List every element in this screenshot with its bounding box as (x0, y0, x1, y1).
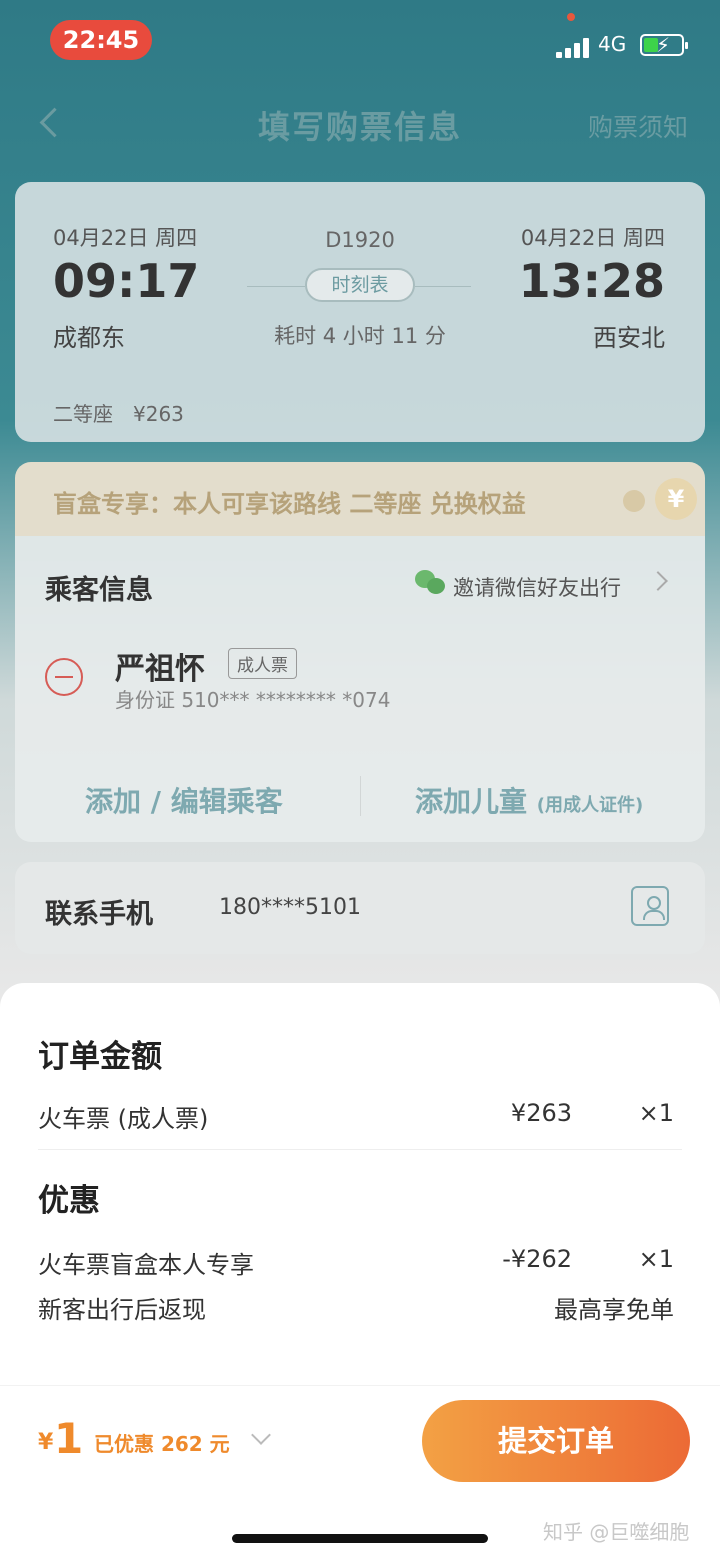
remove-passenger-icon[interactable] (45, 658, 83, 696)
order-page: 22:45 4G ⚡ 填写购票信息 购票须知 04月22日 周四 09:17 成… (0, 0, 720, 1558)
saved-amount: 已优惠 262 元 (94, 1432, 230, 1456)
passenger-card: 乘客信息 邀请微信好友出行 严祖怀 成人票 身份证 510*** *******… (15, 536, 705, 842)
train-info-card: 04月22日 周四 09:17 成都东 D1920 时刻表 耗时 4 小时 11… (15, 182, 705, 442)
arrive-time: 13:28 (518, 254, 665, 308)
battery-icon: ⚡ (640, 33, 688, 57)
coin-small-icon (623, 490, 645, 512)
ticket-item-label: 火车票 (成人票) (38, 1105, 209, 1133)
arrive-station: 西安北 (593, 324, 665, 352)
signal-icon (556, 36, 592, 58)
chevron-right-icon[interactable] (648, 571, 668, 591)
route-line-left (247, 286, 305, 287)
depart-time: 09:17 (53, 254, 200, 308)
contact-phone-label: 联系手机 (45, 899, 153, 930)
add-edit-passenger-button[interactable]: 添加 / 编辑乘客 (85, 780, 283, 820)
ticket-item-qty: ×1 (638, 1099, 674, 1127)
ticket-type-badge: 成人票 (228, 648, 297, 679)
submit-order-button[interactable]: 提交订单 (422, 1400, 690, 1482)
total-amount: 1 (54, 1414, 84, 1463)
status-time: 22:45 (50, 20, 152, 60)
add-child-label: 添加儿童 (415, 785, 528, 818)
button-divider (360, 776, 361, 816)
purchase-notice-link[interactable]: 购票须知 (588, 108, 688, 144)
discount-item-price: -¥262 (502, 1245, 572, 1273)
ticket-item-price: ¥263 (510, 1099, 572, 1127)
coin-icon: ¥ (655, 478, 697, 520)
address-book-icon[interactable] (631, 886, 669, 926)
watermark: 知乎 @巨噬细胞 (543, 1520, 690, 1544)
promo-text: 盲盒专享：本人可享该路线 二等座 兑换权益 (53, 490, 526, 518)
discount-title: 优惠 (38, 1183, 100, 1219)
passenger-id: 身份证 510*** ******** *074 (115, 688, 391, 712)
cashback-value: 最高享免单 (554, 1296, 674, 1324)
chevron-down-icon[interactable] (251, 1425, 271, 1445)
passenger-name: 严祖怀 (115, 652, 205, 687)
passenger-section-title: 乘客信息 (45, 575, 153, 606)
currency-symbol: ¥ (38, 1430, 54, 1455)
contact-phone-value[interactable]: 180****5101 (219, 895, 361, 920)
route-line-right (415, 286, 471, 287)
nav-bar: 填写购票信息 购票须知 (0, 90, 720, 160)
checkout-footer: ¥ 1 已优惠 262 元 提交订单 知乎 @巨噬细胞 (0, 1385, 720, 1558)
invite-wechat-friend-link[interactable]: 邀请微信好友出行 (453, 572, 621, 602)
cashback-label: 新客出行后返现 (38, 1296, 206, 1324)
network-label: 4G (598, 32, 627, 56)
home-indicator[interactable] (232, 1534, 488, 1543)
arrive-date: 04月22日 周四 (520, 226, 665, 250)
recording-dot (567, 13, 575, 21)
discount-item-label: 火车票盲盒本人专享 (38, 1251, 254, 1279)
blind-box-promo-banner: 盲盒专享：本人可享该路线 二等座 兑换权益 ¥ (15, 462, 705, 536)
timetable-button[interactable]: 时刻表 (305, 268, 415, 302)
order-amount-title: 订单金额 (38, 1039, 162, 1075)
add-child-note: (用成人证件) (536, 795, 644, 816)
add-child-button[interactable]: 添加儿童 (用成人证件) (415, 780, 643, 820)
seat-class-price: 二等座 ¥263 (53, 402, 184, 426)
wechat-icon (415, 570, 445, 596)
status-bar: 22:45 4G ⚡ (0, 0, 720, 80)
contact-phone-card: 联系手机 180****5101 (15, 862, 705, 954)
sheet-divider (38, 1149, 682, 1150)
discount-item-qty: ×1 (638, 1245, 674, 1273)
